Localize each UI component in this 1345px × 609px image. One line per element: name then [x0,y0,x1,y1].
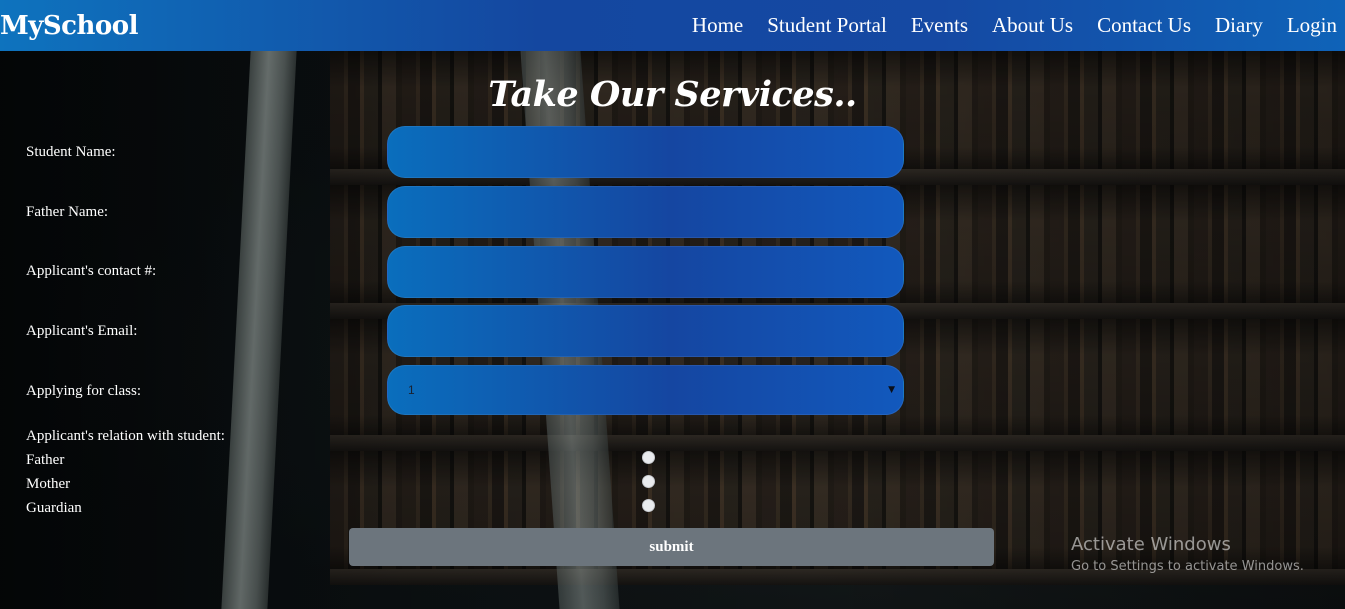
activate-windows-subtitle: Go to Settings to activate Windows. [1071,559,1304,574]
submit-button[interactable]: submit [349,528,994,566]
relation-option-guardian-label: Guardian [26,500,82,516]
brand-logo-link[interactable]: MySchool [0,11,138,41]
top-navbar: MySchool Home Student Portal Events Abou… [0,0,1345,51]
contact-input[interactable] [387,246,904,298]
relation-option-father-label: Father [26,452,65,468]
relation-option-mother-label: Mother [26,476,71,492]
nav-link-events[interactable]: Events [911,13,968,38]
nav-link-contact-us[interactable]: Contact Us [1097,13,1191,38]
nav-links: Home Student Portal Events About Us Cont… [668,13,1345,38]
father-name-label: Father Name: [26,204,109,220]
nav-link-student-portal[interactable]: Student Portal [767,13,887,38]
nav-link-diary[interactable]: Diary [1215,13,1263,38]
caret-down-icon: ▼ [888,385,895,395]
nav-link-login[interactable]: Login [1287,13,1337,38]
relation-label: Applicant's relation with student: [26,428,225,444]
contact-label: Applicant's contact #: [26,263,157,279]
class-select[interactable]: 1 ▼ [387,365,904,415]
activate-windows-title: Activate Windows [1071,534,1231,555]
class-select-label: Applying for class: [26,383,141,399]
email-input[interactable] [387,305,904,357]
email-label: Applicant's Email: [26,323,138,339]
nav-link-about-us[interactable]: About Us [992,13,1073,38]
relation-radio-father[interactable] [642,451,655,464]
relation-radio-guardian[interactable] [642,499,655,512]
father-name-input[interactable] [387,186,904,238]
form-heading: Take Our Services.. [488,74,857,115]
nav-link-home[interactable]: Home [692,13,743,38]
student-name-input[interactable] [387,126,904,178]
relation-radio-mother[interactable] [642,475,655,488]
class-select-value: 1 [408,383,415,397]
student-name-label: Student Name: [26,144,116,160]
